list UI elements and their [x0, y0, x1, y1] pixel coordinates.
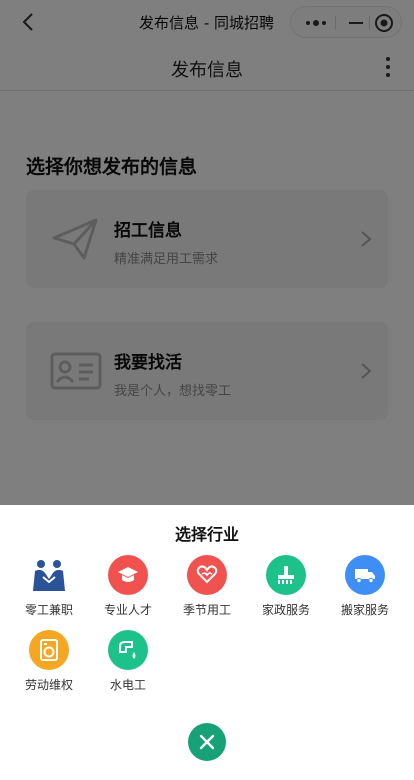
category-seasonal[interactable]: 季节用工 — [167, 555, 247, 618]
industry-sheet: 选择行业 零工兼职 专业人才 季节用工 家政服务 搬家服务 劳动维权 水电工 — [0, 505, 414, 780]
graduation-cap-icon — [108, 555, 148, 595]
close-sheet-button[interactable] — [188, 723, 226, 761]
handshake-icon — [29, 555, 69, 595]
washer-icon — [29, 630, 69, 670]
category-label: 搬家服务 — [340, 603, 389, 617]
truck-icon — [345, 555, 385, 595]
category-label: 零工兼职 — [24, 603, 73, 617]
broom-icon — [266, 555, 306, 595]
category-part-time[interactable]: 零工兼职 — [9, 555, 89, 618]
category-plumber-electrician[interactable]: 水电工 — [88, 630, 168, 693]
sheet-title: 选择行业 — [174, 525, 239, 544]
category-housekeeping[interactable]: 家政服务 — [246, 555, 326, 618]
category-labor-rights[interactable]: 劳动维权 — [9, 630, 89, 693]
category-label: 专业人才 — [103, 603, 152, 617]
category-label: 水电工 — [109, 678, 146, 692]
modal-overlay[interactable] — [0, 0, 414, 505]
category-professional[interactable]: 专业人才 — [88, 555, 168, 618]
category-label: 劳动维权 — [24, 678, 73, 692]
category-moving[interactable]: 搬家服务 — [325, 555, 405, 618]
category-label: 季节用工 — [182, 603, 231, 617]
heart-hand-icon — [187, 555, 227, 595]
close-icon — [199, 734, 215, 750]
category-label: 家政服务 — [261, 603, 310, 617]
faucet-icon — [108, 630, 148, 670]
